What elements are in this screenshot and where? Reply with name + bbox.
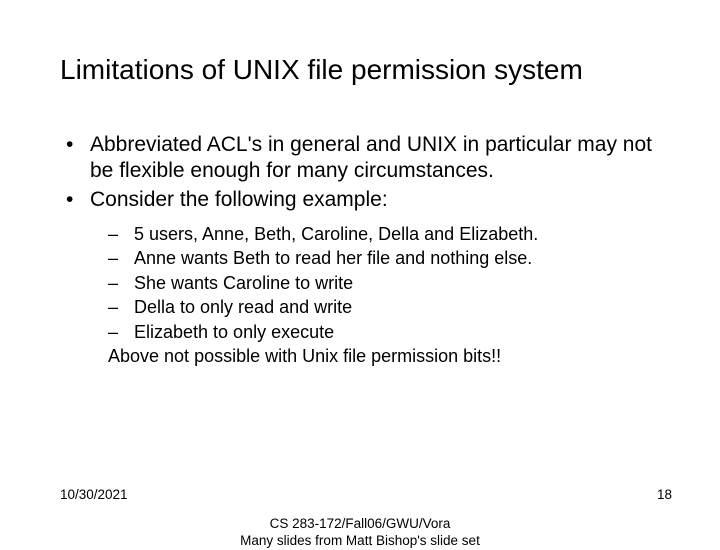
sub-bullet-item: 5 users, Anne, Beth, Caroline, Della and… [90,223,660,246]
sub-bullet-item: Della to only read and write [90,296,660,319]
footer-center: CS 283-172/Fall06/GWU/Vora Many slides f… [0,516,720,550]
bullet-text: Abbreviated ACL's in general and UNIX in… [90,133,652,182]
bullet-item: Abbreviated ACL's in general and UNIX in… [60,132,660,185]
sub-bullet-item: Elizabeth to only execute [90,321,660,344]
slide: Limitations of UNIX file permission syst… [0,0,720,540]
bullet-item: Consider the following example: 5 users,… [60,187,660,368]
sub-bullet-text: Above not possible with Unix file permis… [108,346,501,366]
footer-line: Many slides from Matt Bishop's slide set [0,533,720,550]
footer-date: 10/30/2021 [60,487,128,502]
sub-bullet-item: She wants Caroline to write [90,272,660,295]
slide-title: Limitations of UNIX file permission syst… [60,54,660,86]
sub-bullet-text: Della to only read and write [134,297,352,317]
bullet-text: Consider the following example: [90,188,388,211]
sub-bullet-text: Anne wants Beth to read her file and not… [134,248,532,268]
sub-bullet-text: She wants Caroline to write [134,273,353,293]
sub-bullet-text: 5 users, Anne, Beth, Caroline, Della and… [134,224,538,244]
bullet-list: Abbreviated ACL's in general and UNIX in… [60,132,660,368]
sub-bullet-item: Above not possible with Unix file permis… [90,345,660,368]
sub-bullet-list: 5 users, Anne, Beth, Caroline, Della and… [90,223,660,368]
sub-bullet-item: Anne wants Beth to read her file and not… [90,247,660,270]
footer-line: CS 283-172/Fall06/GWU/Vora [0,516,720,533]
page-number: 18 [657,487,672,502]
sub-bullet-text: Elizabeth to only execute [134,322,334,342]
